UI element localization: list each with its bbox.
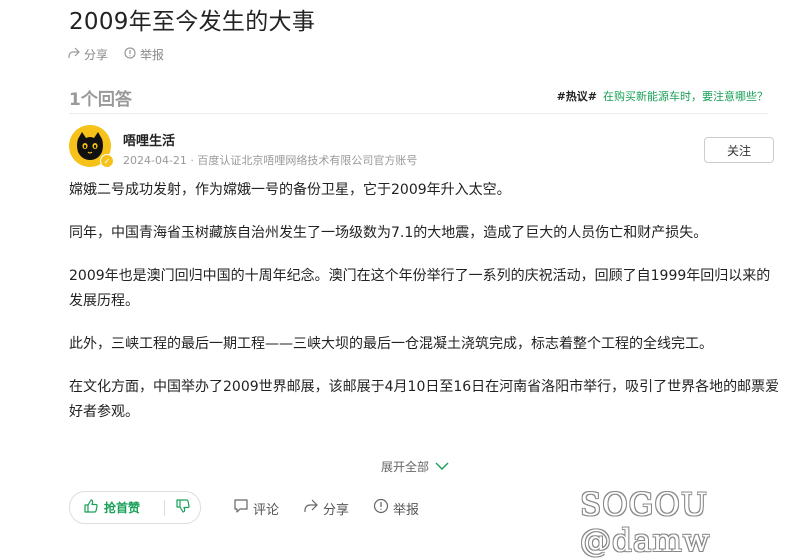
- answer-actions: 评论 分享 举报: [233, 498, 419, 518]
- answer-report-button[interactable]: 举报: [373, 498, 419, 518]
- answer-report-label: 举报: [393, 502, 420, 518]
- comment-icon: [233, 498, 249, 518]
- answer-paragraph: 嫦娥二号成功发射，作为嫦娥一号的备份卫星，它于2009年升入太空。: [69, 182, 511, 198]
- thumbs-up-icon: [84, 499, 98, 516]
- share-icon: [68, 47, 80, 62]
- comment-label: 评论: [253, 502, 280, 518]
- hot-topic: #热议# 在购买新能源车时，要注意哪些？: [557, 88, 768, 104]
- question-share-label: 分享: [84, 48, 109, 62]
- share-icon: [303, 498, 319, 518]
- watermark: SOGOU @damw: [580, 487, 711, 559]
- author-meta: 2024-04-21 · 百度认证北京唔哩网络技术有限公司官方账号: [123, 154, 418, 167]
- hot-topic-tag: #热议#: [556, 90, 597, 103]
- comment-button[interactable]: 评论: [233, 498, 279, 518]
- section-divider: [69, 113, 768, 114]
- follow-button[interactable]: 关注: [704, 137, 774, 163]
- answer-share-button[interactable]: 分享: [303, 498, 349, 518]
- vote-up-label: 抢首赞: [104, 501, 141, 515]
- question-title: 2009年至今发生的大事: [69, 9, 316, 35]
- answer-paragraph: 2009年也是澳门回归中国的十周年纪念。澳门在这个年份举行了一系列的庆祝活动，回…: [69, 268, 771, 309]
- verified-badge-icon: ✓: [100, 154, 114, 168]
- vote-up-button[interactable]: 抢首赞: [70, 492, 160, 523]
- expand-all-label: 展开全部: [381, 460, 430, 474]
- hot-topic-link[interactable]: 在购买新能源车时，要注意哪些？: [603, 88, 768, 104]
- answer-paragraph: 同年，中国青海省玉树藏族自治州发生了一场级数为7.1的大地震，造成了巨大的人员伤…: [69, 225, 708, 241]
- author-name[interactable]: 唔哩生活: [123, 130, 175, 149]
- question-report-label: 举报: [140, 48, 165, 62]
- answer-share-label: 分享: [323, 502, 350, 518]
- question-report-button[interactable]: 举报: [124, 46, 164, 63]
- expand-all-button[interactable]: 展开全部: [381, 458, 449, 475]
- report-icon: [124, 47, 136, 62]
- question-actions: 分享 举报: [68, 46, 164, 63]
- answer-paragraph: 此外，三峡工程的最后一期工程——三峡大坝的最后一仓混凝土浇筑完成，标志着整个工程…: [69, 336, 713, 352]
- vote-down-button[interactable]: [165, 492, 200, 523]
- question-share-button[interactable]: 分享: [68, 46, 108, 63]
- report-icon: [373, 498, 389, 518]
- chevron-down-icon: [435, 460, 449, 474]
- thumbs-down-icon: [175, 498, 190, 517]
- vote-box: 抢首赞: [69, 491, 201, 524]
- answers-count: 1个回答: [69, 90, 132, 110]
